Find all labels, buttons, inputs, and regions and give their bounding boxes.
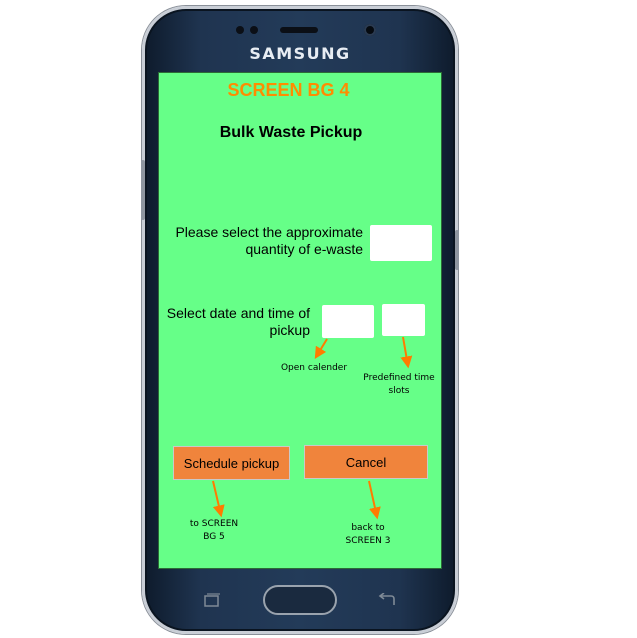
stage: SAMSUNG SCREEN BG 4 Bulk Waste Pickup Pl…	[0, 0, 637, 638]
sensor-dot	[236, 26, 244, 34]
cancel-annotation: back to SCREEN 3	[345, 523, 391, 546]
schedule-annotation: to SCREEN BG 5	[189, 519, 239, 542]
front-camera-icon	[364, 24, 376, 36]
sensor-dot	[250, 26, 258, 34]
screen-id-label: SCREEN BG 4	[227, 80, 350, 100]
earpiece	[280, 27, 318, 33]
back-icon[interactable]	[377, 593, 397, 609]
date-field[interactable]	[322, 305, 374, 338]
cancel-button[interactable]: Cancel	[304, 445, 428, 479]
recent-apps-icon[interactable]	[203, 593, 221, 609]
page-title: Bulk Waste Pickup	[219, 124, 363, 141]
date-annotation: Open calender	[280, 363, 348, 373]
volume-button	[141, 160, 145, 220]
quantity-label: Please select the approximate quantity o…	[175, 224, 363, 257]
home-button[interactable]	[263, 585, 337, 615]
quantity-field[interactable]	[370, 225, 432, 261]
schedule-pickup-button[interactable]: Schedule pickup	[173, 446, 290, 480]
power-button	[455, 230, 459, 270]
time-field[interactable]	[382, 304, 425, 336]
time-annotation: Predefined time slots	[363, 373, 435, 396]
schedule-label: Select date and time of pickup	[166, 305, 310, 338]
brand-logo: SAMSUNG	[249, 44, 351, 63]
